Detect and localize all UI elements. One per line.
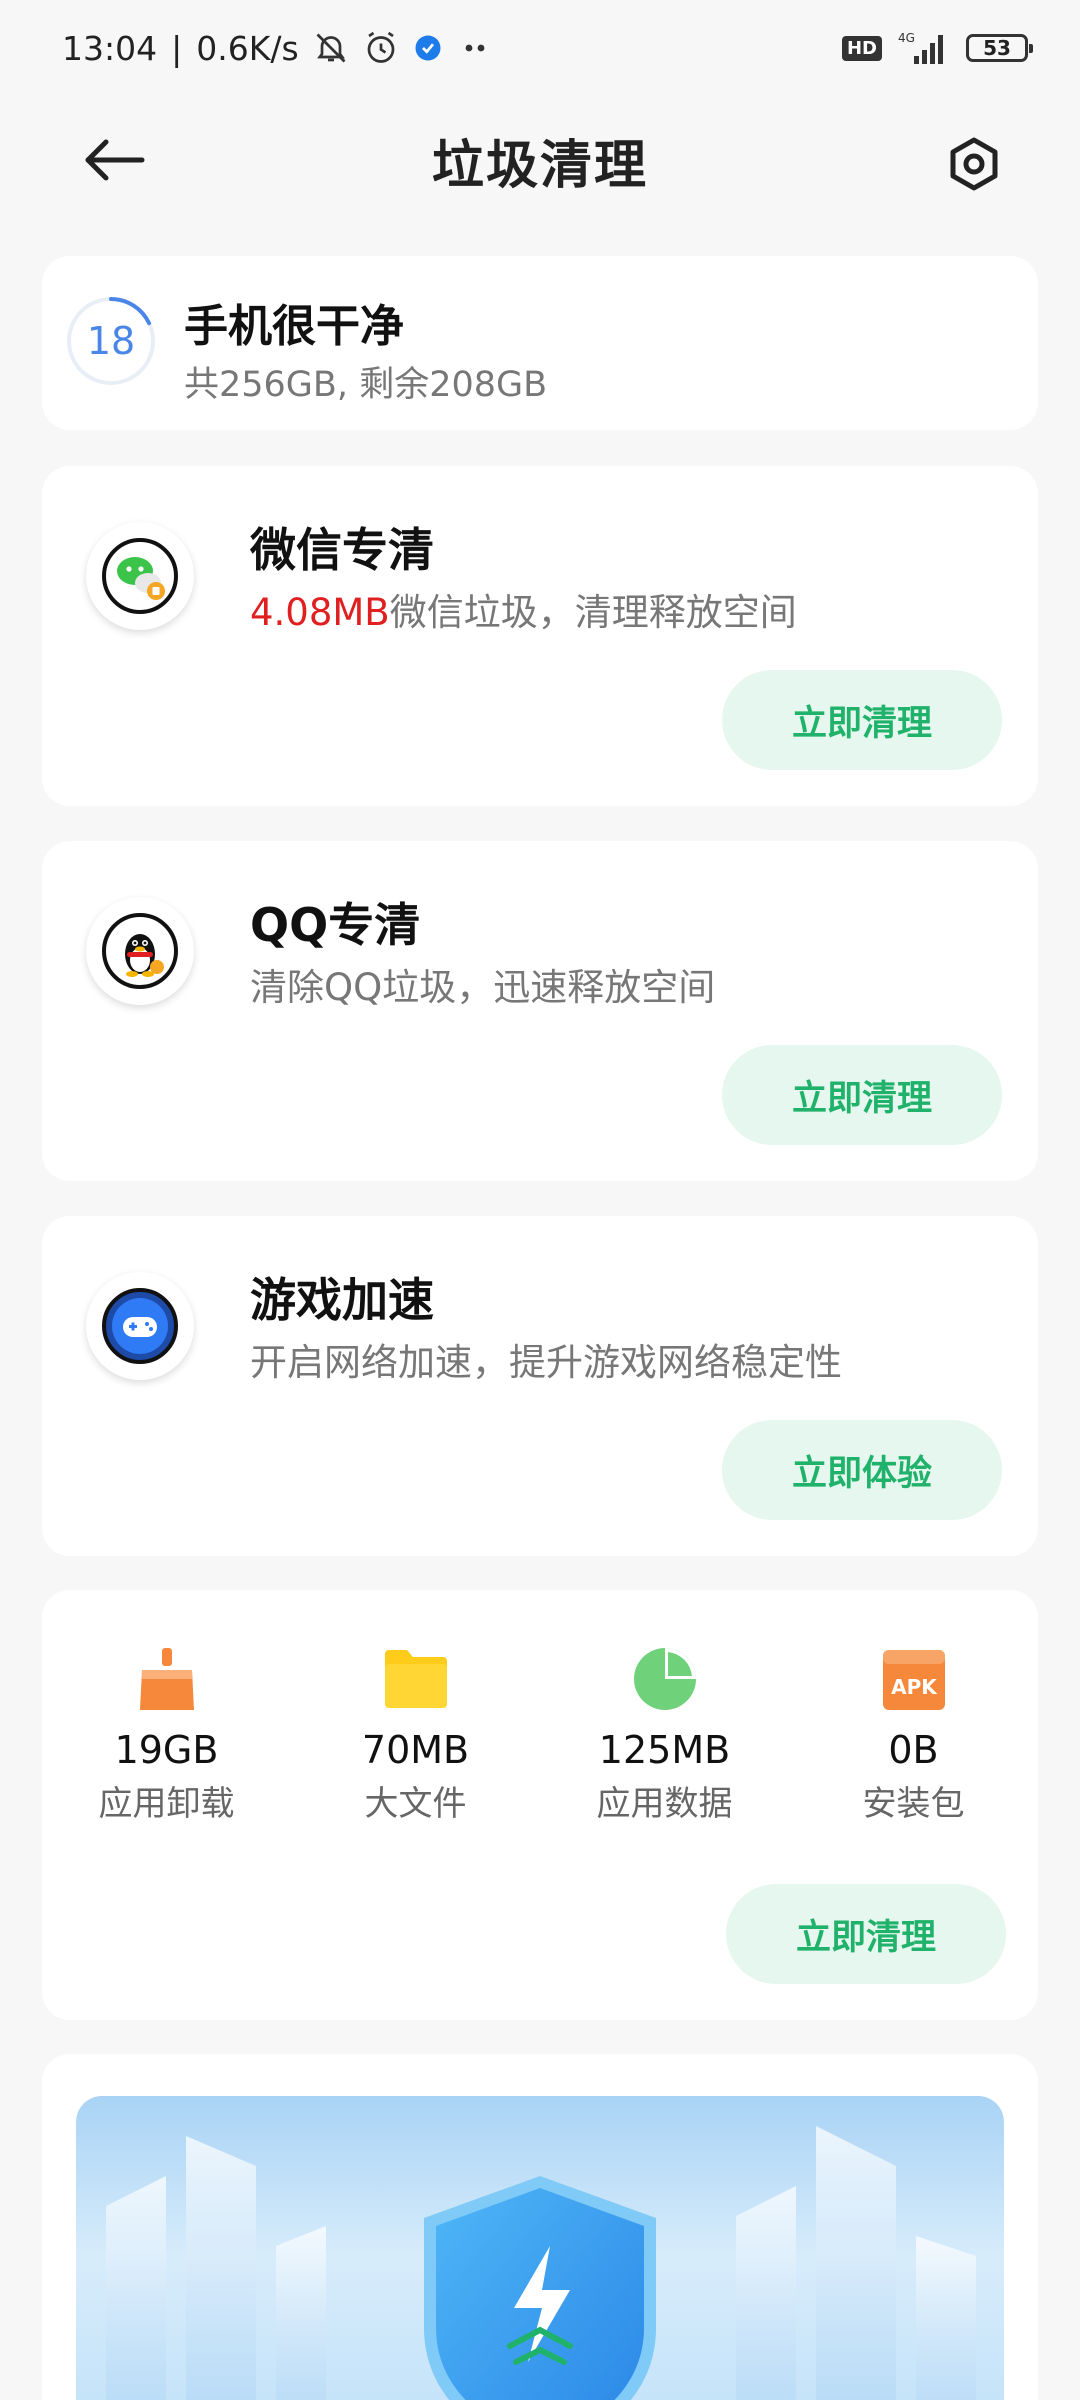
summary-title: 手机很干净 xyxy=(184,301,404,352)
storage-info: 共256GB, 剩余208GB xyxy=(184,365,548,405)
pie-chart-icon xyxy=(630,1644,700,1714)
shield-illustration xyxy=(106,2126,976,2400)
apk-label: APK xyxy=(891,1675,938,1699)
feature-desc: 清除QQ垃圾，迅速释放空间 xyxy=(250,966,716,1009)
junk-size: 4.08MB xyxy=(250,591,390,634)
stat-app-data[interactable]: 125MB 应用数据 xyxy=(540,1644,789,1825)
header: 垃圾清理 xyxy=(0,110,1080,210)
qq-clean-card[interactable]: QQ专清 清除QQ垃圾，迅速释放空间 立即清理 xyxy=(42,841,1038,1181)
storage-summary-card[interactable]: 18 手机很干净 共256GB, 剩余208GB xyxy=(42,256,1038,430)
game-controller-icon xyxy=(86,1272,194,1380)
stat-label: 大文件 xyxy=(364,1784,467,1824)
settings-hexagon-icon xyxy=(950,137,998,191)
wechat-clean-card[interactable]: 微信专清 4.08MB微信垃圾，清理释放空间 立即清理 xyxy=(42,466,1038,806)
status-right: HD 4G 53 xyxy=(841,30,1033,66)
feature-desc-text: 微信垃圾，清理释放空间 xyxy=(389,591,797,634)
back-button[interactable] xyxy=(80,135,150,185)
clean-storage-button[interactable]: 立即清理 xyxy=(726,1884,1006,1984)
status-divider: | xyxy=(171,28,183,68)
status-left: 13:04 | 0.6K/s xyxy=(62,29,491,68)
stat-value: 19GB xyxy=(114,1728,219,1772)
status-time: 13:04 xyxy=(62,28,158,68)
stat-app-uninstall[interactable]: 19GB 应用卸载 xyxy=(42,1644,291,1825)
feature-desc: 4.08MB微信垃圾，清理释放空间 xyxy=(250,582,797,636)
stats-row: 19GB 应用卸载 70MB 大文件 125MB 应用数据 APK 0B 安装包 xyxy=(42,1644,1038,1825)
promo-card[interactable] xyxy=(42,2054,1038,2400)
stat-value: 125MB xyxy=(598,1728,731,1772)
status-bar: 13:04 | 0.6K/s HD 4G 53 xyxy=(0,0,1080,96)
promo-banner[interactable] xyxy=(76,2096,1004,2400)
score-value: 18 xyxy=(86,319,136,363)
signal-icon: 4G xyxy=(896,30,952,66)
status-speed: 0.6K/s xyxy=(196,28,299,68)
broom-icon xyxy=(132,1644,202,1714)
mute-bell-icon xyxy=(313,30,349,66)
more-dots-icon xyxy=(457,38,491,58)
network-type: 4G xyxy=(898,31,915,45)
hd-badge: HD xyxy=(841,35,882,61)
feature-title: 微信专清 xyxy=(250,523,434,577)
game-boost-button[interactable]: 立即体验 xyxy=(722,1420,1002,1520)
apk-package-icon: APK xyxy=(879,1644,949,1714)
qq-clean-button[interactable]: 立即清理 xyxy=(722,1045,1002,1145)
battery-level: 53 xyxy=(983,36,1011,60)
storage-stats-card: 19GB 应用卸载 70MB 大文件 125MB 应用数据 APK 0B 安装包… xyxy=(42,1590,1038,2020)
alarm-icon xyxy=(363,30,399,66)
game-boost-card[interactable]: 游戏加速 开启网络加速，提升游戏网络稳定性 立即体验 xyxy=(42,1216,1038,1556)
stat-label: 应用卸载 xyxy=(98,1784,235,1824)
settings-button[interactable] xyxy=(946,136,1002,192)
qq-penguin-icon xyxy=(86,897,194,1005)
stat-value: 0B xyxy=(888,1728,939,1772)
stat-large-files[interactable]: 70MB 大文件 xyxy=(291,1644,540,1825)
stat-label: 安装包 xyxy=(862,1784,965,1824)
folder-icon xyxy=(381,1644,451,1714)
stat-label: 应用数据 xyxy=(596,1784,733,1824)
feature-title: 游戏加速 xyxy=(250,1273,434,1327)
page-title: 垃圾清理 xyxy=(431,135,648,196)
battery-icon: 53 xyxy=(966,34,1033,62)
stat-value: 70MB xyxy=(361,1728,470,1772)
feature-desc: 开启网络加速，提升游戏网络稳定性 xyxy=(250,1341,842,1384)
back-arrow-icon xyxy=(85,139,145,181)
app-notification-icon xyxy=(413,33,443,63)
feature-title: QQ专清 xyxy=(250,898,421,952)
stat-install-packages[interactable]: APK 0B 安装包 xyxy=(789,1644,1038,1825)
wechat-clean-icon xyxy=(86,522,194,630)
wechat-clean-button[interactable]: 立即清理 xyxy=(722,670,1002,770)
